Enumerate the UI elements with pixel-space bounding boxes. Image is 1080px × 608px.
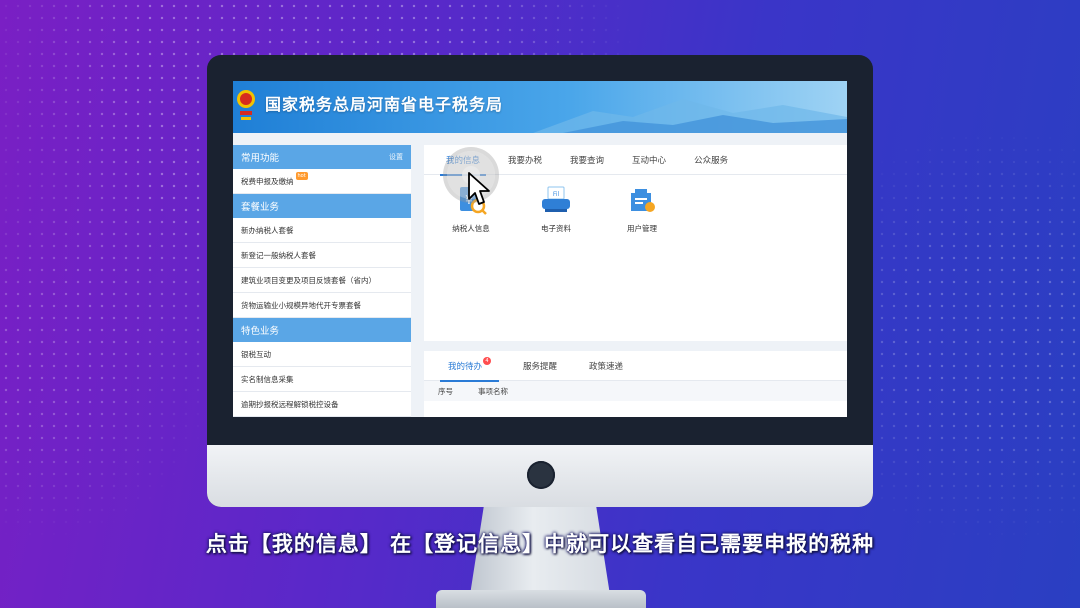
quick-item-user-management[interactable]: 用户管理: [607, 185, 677, 234]
mouse-cursor-icon: [468, 172, 490, 205]
sidebar-item-label: 实名制信息采集: [241, 374, 294, 384]
site-header: 国家税务总局河南省电子税务局: [233, 81, 847, 133]
monitor: 国家税务总局河南省电子税务局 常用功能 设置 税费申报及缴纳 hot 套餐业务 …: [207, 55, 873, 507]
screen: 国家税务总局河南省电子税务局 常用功能 设置 税费申报及缴纳 hot 套餐业务 …: [233, 81, 847, 417]
svg-text:Fil: Fil: [553, 191, 560, 198]
sidebar-item-label: 新登记一般纳税人套餐: [241, 250, 316, 260]
sidebar-item-general-taxpayer[interactable]: 新登记一般纳税人套餐: [233, 243, 411, 268]
sidebar-item-label: 税费申报及缴纳: [241, 176, 294, 186]
quick-item-label: 纳税人信息: [452, 224, 490, 233]
sidebar-item-remote-unlock[interactable]: 逾期抄报税远程解锁税控设备: [233, 392, 411, 417]
quick-item-label: 用户管理: [627, 224, 657, 233]
sidebar-group-package: 套餐业务: [233, 194, 411, 218]
tab-label: 我的待办: [448, 361, 483, 372]
electronic-docs-icon: Fil: [542, 186, 570, 212]
todo-count-badge: 4: [483, 356, 492, 365]
monitor-chin: [207, 445, 873, 507]
settings-link[interactable]: 设置: [389, 152, 403, 162]
sidebar-item-label: 货物运输业小规模异地代开专票套餐: [241, 300, 361, 310]
sidebar-item-label: 银税互动: [241, 349, 271, 359]
tax-emblem-icon: [237, 90, 255, 120]
tab-interaction[interactable]: 互动中心: [618, 145, 680, 175]
sidebar-group-title: 特色业务: [241, 326, 280, 337]
sidebar-item-realname[interactable]: 实名制信息采集: [233, 367, 411, 392]
todo-tabs: 我的待办 4 服务提醒 政策速递: [424, 351, 847, 382]
sidebar-group-title: 套餐业务: [241, 202, 280, 213]
tab-my-todo[interactable]: 我的待办 4: [432, 351, 507, 382]
user-management-icon: [631, 189, 655, 212]
tab-do-tax[interactable]: 我要办税: [494, 145, 556, 175]
tab-policy-news[interactable]: 政策速递: [573, 351, 639, 381]
sidebar-item-construction[interactable]: 建筑业项目变更及项目反馈套餐（省内）: [233, 268, 411, 293]
tab-query[interactable]: 我要查询: [556, 145, 618, 175]
power-button-icon: [527, 461, 555, 489]
tab-public-service[interactable]: 公众服务: [680, 145, 742, 175]
tab-service-reminder[interactable]: 服务提醒: [507, 351, 573, 381]
todo-panel: 我的待办 4 服务提醒 政策速递 序号 事项名称: [424, 351, 847, 417]
column-header-item-name: 事项名称: [478, 386, 508, 396]
sidebar-item-label: 逾期抄报税远程解锁税控设备: [241, 399, 339, 409]
sidebar-item-label: 建筑业项目变更及项目反馈套餐（省内）: [241, 275, 376, 285]
column-header-index: 序号: [438, 386, 453, 396]
sidebar: 常用功能 设置 税费申报及缴纳 hot 套餐业务 新办纳税人套餐 新登记一般纳税…: [233, 145, 411, 417]
hot-badge: hot: [295, 172, 308, 180]
sidebar-item-label: 新办纳税人套餐: [241, 225, 294, 235]
video-subtitle: 点击【我的信息】 在【登记信息】中就可以查看自己需要申报的税种: [205, 532, 875, 556]
quick-item-electronic-docs[interactable]: Fil 电子资料: [521, 185, 591, 234]
quick-item-label: 电子资料: [541, 224, 571, 233]
sidebar-group-special: 特色业务: [233, 318, 411, 342]
todo-table-header: 序号 事项名称: [424, 381, 847, 401]
sidebar-group-title: 常用功能: [241, 153, 280, 164]
monitor-stand-base: [436, 590, 646, 608]
site-title: 国家税务总局河南省电子税务局: [265, 95, 504, 114]
sidebar-group-common: 常用功能 设置: [233, 145, 411, 169]
sidebar-item-new-taxpayer[interactable]: 新办纳税人套餐: [233, 218, 411, 243]
sidebar-item-freight[interactable]: 货物运输业小规模异地代开专票套餐: [233, 293, 411, 318]
sidebar-item-bank-tax[interactable]: 银税互动: [233, 342, 411, 367]
sidebar-item-tax-filing[interactable]: 税费申报及缴纳 hot: [233, 169, 411, 194]
